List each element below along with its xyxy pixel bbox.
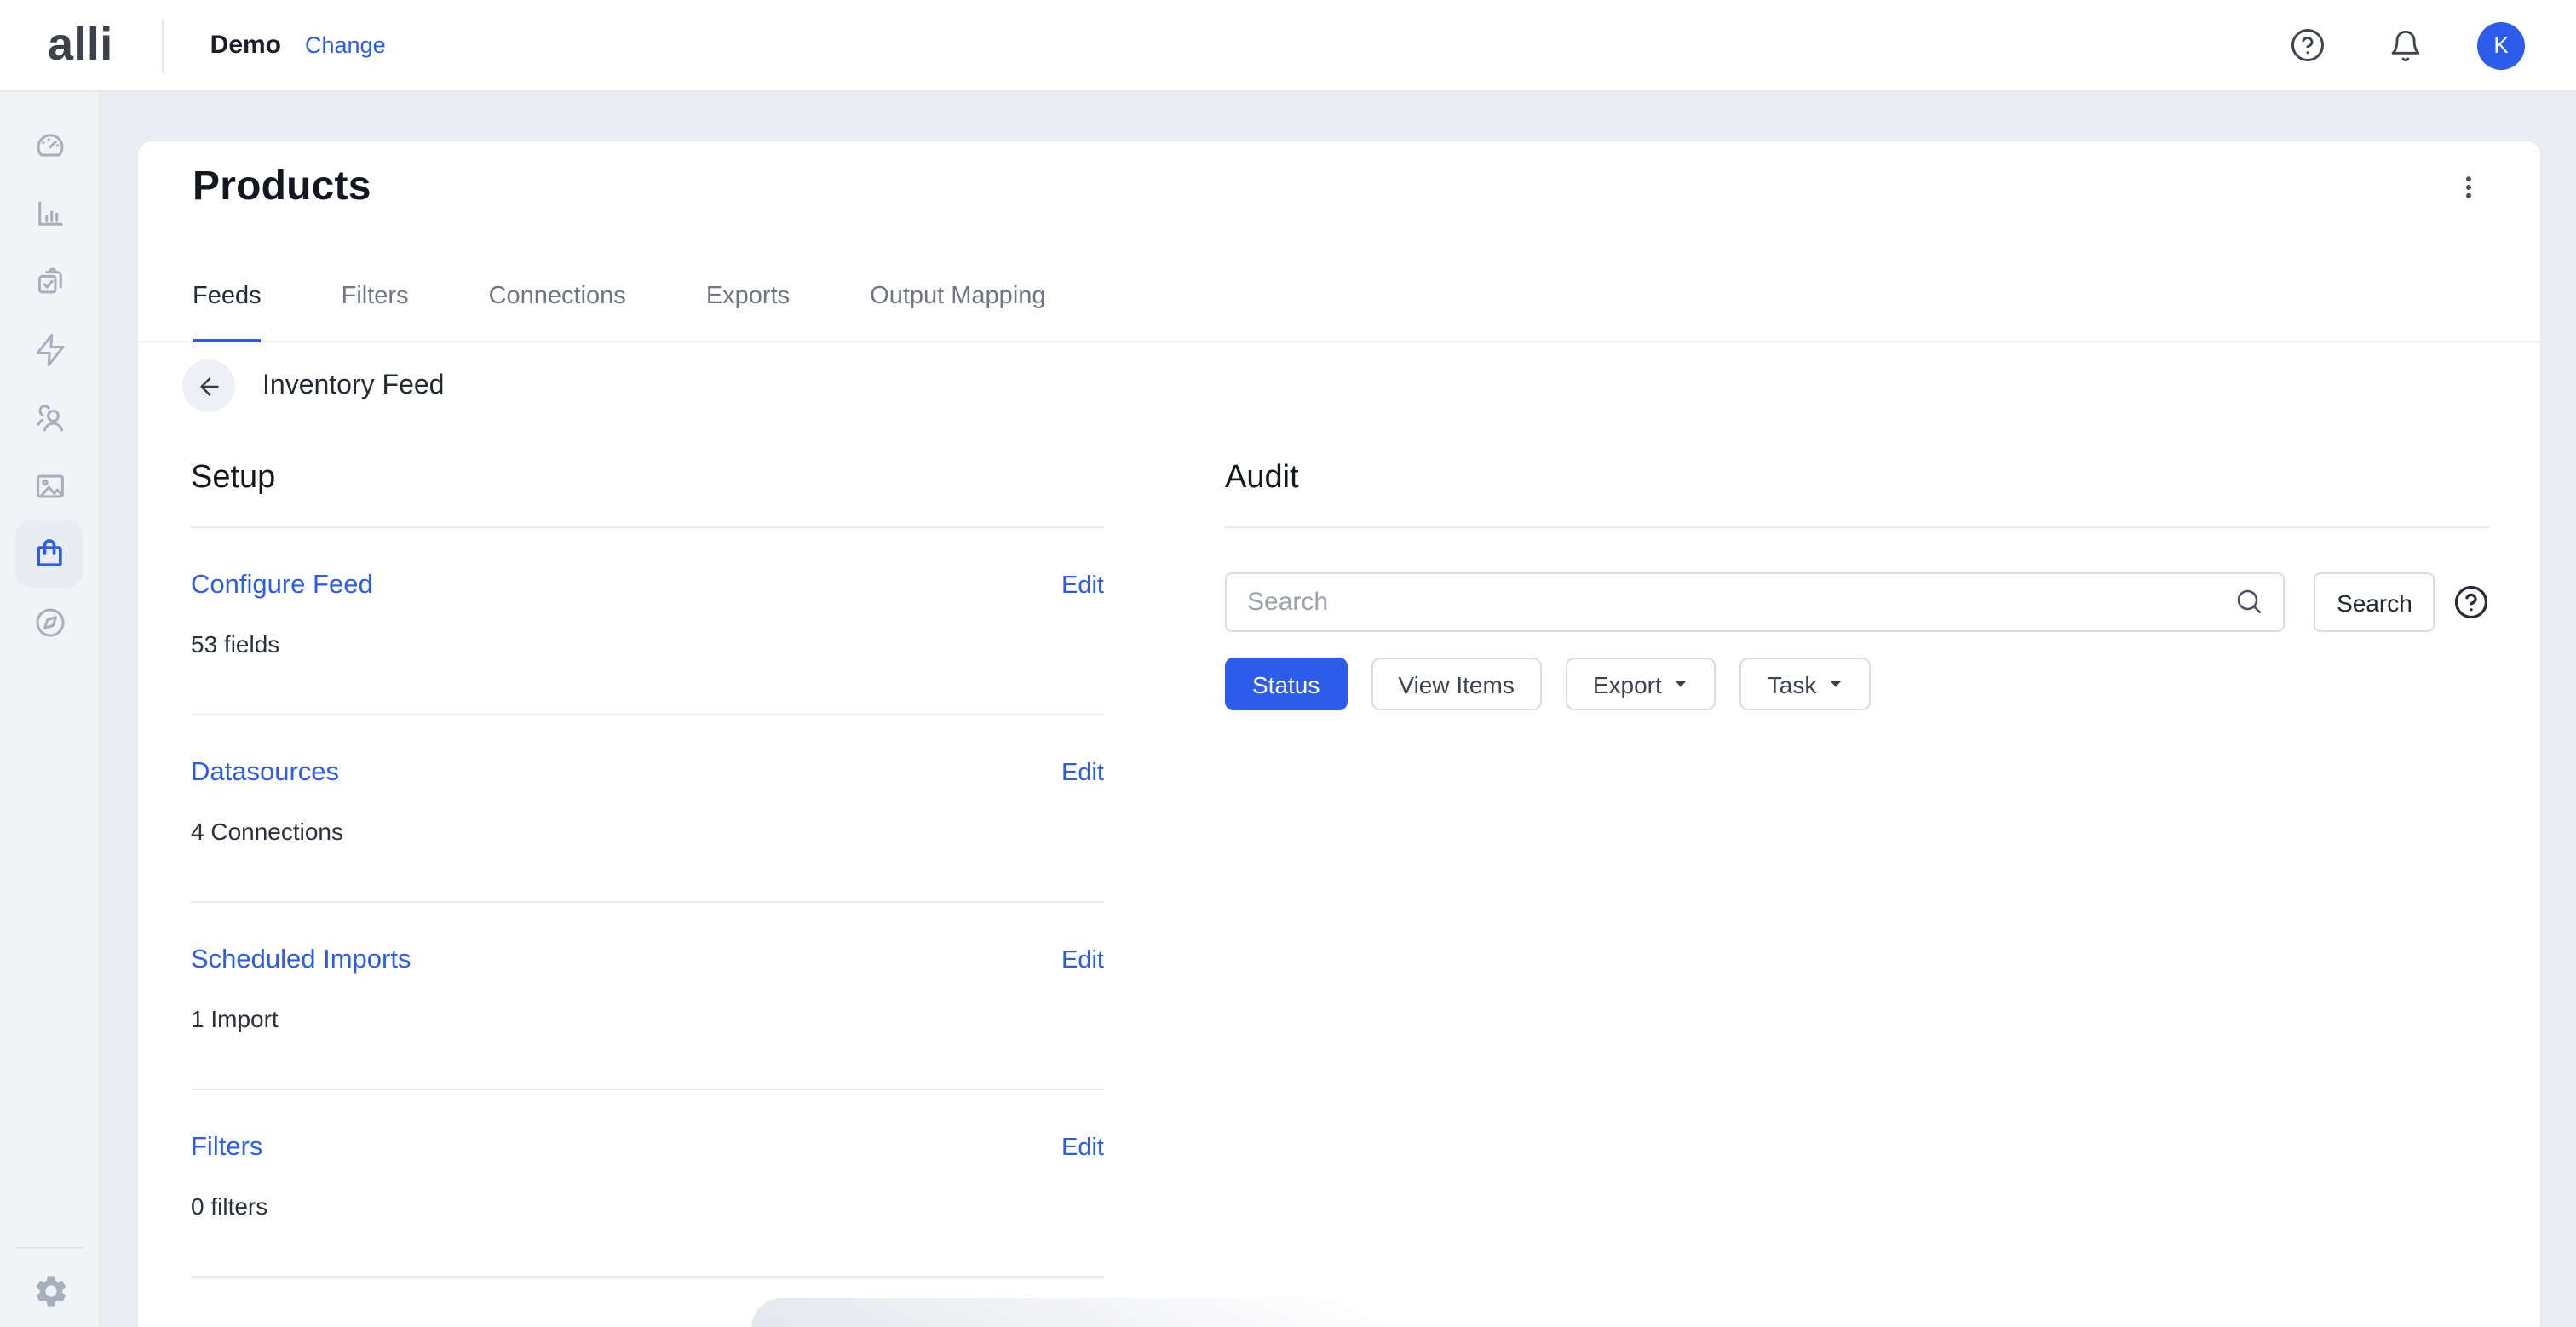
export-dropdown-button[interactable]: Export bbox=[1566, 658, 1716, 710]
filters-detail: 0 filters bbox=[191, 1191, 1104, 1221]
tab-bar: Feeds Filters Connections Exports Output… bbox=[138, 281, 2540, 342]
main-content: Products Feeds Filters Connections Expor… bbox=[101, 92, 2576, 1327]
question-circle-icon bbox=[2452, 584, 2488, 620]
configure-feed-link[interactable]: Configure Feed bbox=[191, 569, 373, 603]
sidebar-item-creative[interactable] bbox=[15, 451, 83, 520]
tab-output-mapping[interactable]: Output Mapping bbox=[870, 281, 1045, 341]
kebab-menu-icon bbox=[2453, 172, 2484, 203]
setup-section: Setup Configure Feed Edit 53 fields Data… bbox=[191, 458, 1104, 1278]
alli-logo[interactable]: alli bbox=[48, 19, 113, 72]
tasks-clipboard-check-icon bbox=[32, 263, 67, 299]
tab-connections[interactable]: Connections bbox=[489, 281, 626, 341]
notifications-button[interactable] bbox=[2382, 21, 2429, 69]
back-button[interactable] bbox=[182, 359, 235, 412]
audit-help-button[interactable] bbox=[2452, 583, 2489, 621]
sidebar-item-automation[interactable] bbox=[15, 315, 83, 383]
setup-item-datasources: Datasources Edit 4 Connections bbox=[191, 715, 1104, 903]
insights-compass-icon bbox=[32, 604, 67, 640]
products-shopping-bag-icon bbox=[31, 535, 68, 572]
configure-feed-edit-link[interactable]: Edit bbox=[1061, 569, 1104, 603]
caret-down-icon bbox=[1674, 676, 1689, 692]
view-items-button[interactable]: View Items bbox=[1371, 658, 1541, 710]
card-menu-button[interactable] bbox=[2448, 167, 2489, 208]
sidebar-divider bbox=[15, 1247, 83, 1249]
export-button-label: Export bbox=[1593, 670, 1662, 698]
caret-down-icon bbox=[1828, 676, 1843, 692]
sidebar-item-settings[interactable] bbox=[16, 1257, 84, 1325]
sidebar-item-analytics[interactable] bbox=[15, 179, 83, 247]
filters-link[interactable]: Filters bbox=[191, 1131, 262, 1165]
feed-header-row: Inventory Feed bbox=[182, 359, 2540, 412]
scheduled-imports-edit-link[interactable]: Edit bbox=[1061, 944, 1104, 978]
search-button[interactable]: Search bbox=[2314, 572, 2435, 632]
analytics-bar-chart-icon bbox=[32, 195, 67, 231]
status-button[interactable]: Status bbox=[1225, 658, 1347, 710]
search-input[interactable] bbox=[1225, 572, 2286, 632]
sidebar-item-products[interactable] bbox=[15, 520, 83, 588]
configure-feed-detail: 53 fields bbox=[191, 629, 1104, 659]
header-divider bbox=[163, 18, 164, 72]
setup-heading: Setup bbox=[191, 458, 1104, 499]
sidebar-item-dashboard[interactable] bbox=[15, 111, 83, 179]
creative-image-icon bbox=[32, 468, 67, 503]
products-card: Products Feeds Filters Connections Expor… bbox=[138, 141, 2540, 1327]
sidebar-item-audiences[interactable] bbox=[15, 383, 83, 451]
bottom-shadow-blob bbox=[751, 1298, 1654, 1327]
search-box bbox=[1225, 572, 2286, 632]
scheduled-imports-detail: 1 Import bbox=[191, 1003, 1104, 1034]
notifications-bell-icon bbox=[2389, 28, 2423, 62]
sidebar-nav bbox=[0, 92, 101, 1327]
scheduled-imports-link[interactable]: Scheduled Imports bbox=[191, 944, 411, 978]
task-dropdown-button[interactable]: Task bbox=[1740, 658, 1872, 710]
setup-item-filters: Filters Edit 0 filters bbox=[191, 1090, 1104, 1278]
content-columns: Setup Configure Feed Edit 53 fields Data… bbox=[191, 458, 2491, 1278]
avatar[interactable]: K bbox=[2477, 21, 2525, 69]
help-button[interactable] bbox=[2283, 21, 2331, 69]
help-icon bbox=[2289, 27, 2325, 63]
datasources-detail: 4 Connections bbox=[191, 816, 1104, 847]
sidebar-item-insights[interactable] bbox=[15, 588, 83, 656]
arrow-left-icon bbox=[195, 372, 222, 399]
audit-buttons-row: Status View Items Export Task bbox=[1225, 658, 2489, 710]
tab-feeds[interactable]: Feeds bbox=[193, 281, 262, 341]
audit-heading-divider bbox=[1225, 526, 2489, 528]
status-button-label: Status bbox=[1252, 670, 1320, 698]
top-bar: alli Demo Change K bbox=[0, 0, 2576, 92]
datasources-edit-link[interactable]: Edit bbox=[1061, 756, 1104, 790]
automation-lightning-icon bbox=[32, 331, 67, 367]
setup-item-configure-feed: Configure Feed Edit 53 fields bbox=[191, 528, 1104, 715]
task-button-label: Task bbox=[1768, 670, 1817, 698]
tab-exports[interactable]: Exports bbox=[706, 281, 790, 341]
feed-name: Inventory Feed bbox=[262, 371, 444, 401]
card-header: Products bbox=[138, 141, 2540, 213]
filters-edit-link[interactable]: Edit bbox=[1061, 1131, 1104, 1165]
view-items-button-label: View Items bbox=[1398, 670, 1514, 698]
audit-heading: Audit bbox=[1225, 458, 2489, 499]
page-title: Products bbox=[193, 162, 371, 213]
client-name: Demo bbox=[210, 31, 281, 60]
audiences-users-icon bbox=[32, 399, 67, 435]
tab-filters[interactable]: Filters bbox=[342, 281, 409, 341]
settings-gear-icon bbox=[32, 1272, 69, 1310]
change-client-link[interactable]: Change bbox=[305, 32, 386, 58]
datasources-link[interactable]: Datasources bbox=[191, 756, 339, 790]
setup-item-scheduled-imports: Scheduled Imports Edit 1 Import bbox=[191, 903, 1104, 1090]
audit-section: Audit Search bbox=[1225, 458, 2489, 1278]
audit-search-row: Search bbox=[1225, 572, 2489, 632]
dashboard-gauge-icon bbox=[32, 127, 67, 163]
sidebar-item-tasks[interactable] bbox=[15, 247, 83, 315]
